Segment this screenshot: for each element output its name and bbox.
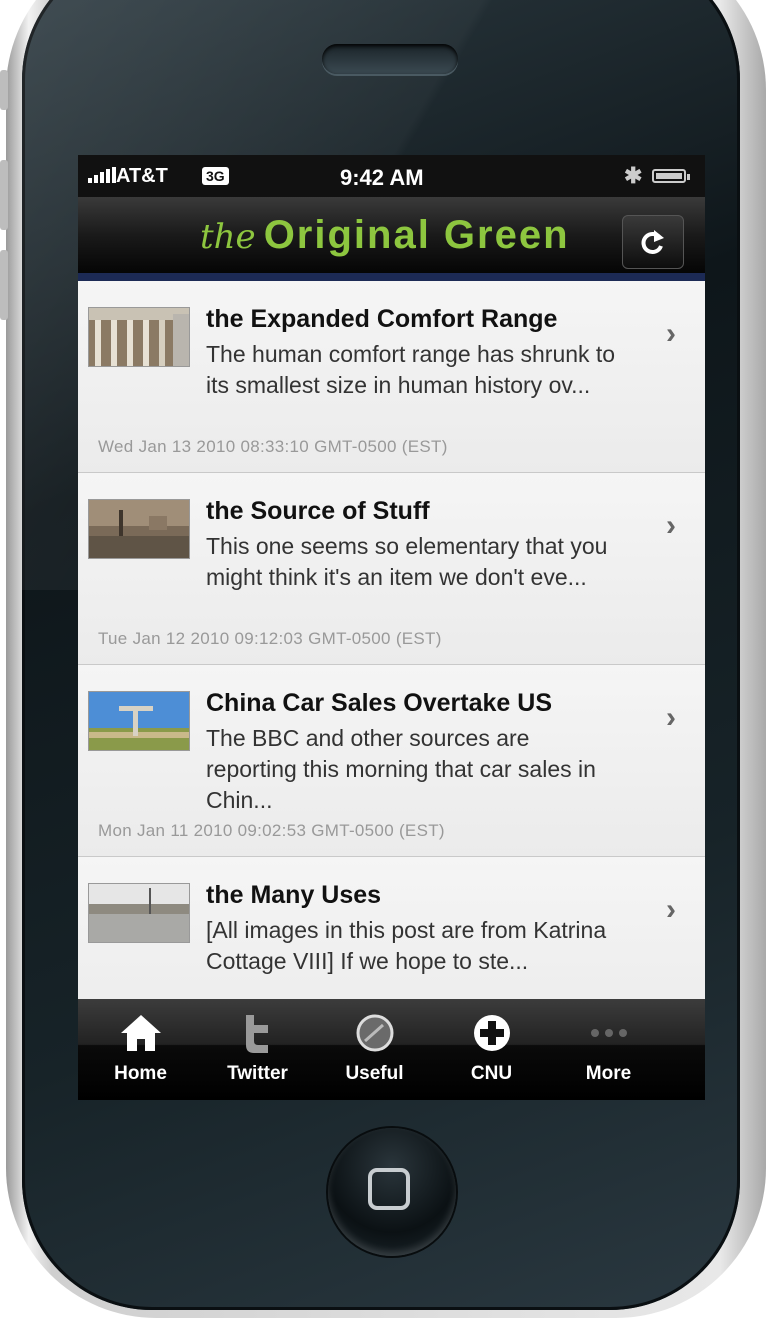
app-title: the Original Green (200, 213, 570, 258)
tab-label: More (585, 1063, 632, 1084)
feed-item-date: Wed Jan 13 2010 08:33:10 GMT-0500 (EST) (98, 437, 448, 456)
thumbnail-image (88, 307, 190, 367)
more-icon (590, 1029, 627, 1037)
feed-item-excerpt: The BBC and other sources are reporting … (206, 725, 596, 813)
carrier-name: AT&T (116, 165, 168, 187)
plus-icon (473, 1015, 510, 1051)
feed-item-title: the Many Uses (206, 881, 382, 909)
signal-icon (88, 167, 116, 183)
feed-item[interactable]: the Many Uses [All images in this post a… (78, 857, 705, 999)
thumbnail-image (88, 499, 190, 559)
feed-item-excerpt: [All images in this post are from Katrin… (206, 917, 607, 974)
home-button[interactable] (328, 1128, 456, 1256)
chevron-right-icon: › (666, 893, 676, 926)
feed-item-title: China Car Sales Overtake US (206, 689, 552, 717)
feed-item-date: Mon Jan 11 2010 09:02:53 GMT-0500 (EST) (98, 821, 445, 840)
twitter-icon (245, 1015, 268, 1053)
volume-down-button (0, 250, 8, 320)
tab-label: CNU (470, 1063, 513, 1084)
feed-item-excerpt: The human comfort range has shrunk to it… (206, 341, 616, 398)
tab-bar: Home Twitter Useful CNU More (78, 999, 705, 1100)
feed-item[interactable]: China Car Sales Overtake US The BBC and … (78, 665, 705, 857)
network-type: 3G (202, 167, 229, 185)
tab-label: Useful (345, 1063, 404, 1084)
refresh-button[interactable] (622, 215, 684, 269)
chevron-right-icon: › (666, 509, 676, 542)
phone-screen: AT&T 3G 9:42 AM ✱ the Original Green the… (78, 155, 705, 1100)
app-title-main: Original Green (263, 213, 570, 257)
feed-item-excerpt: This one seems so elementary that you mi… (206, 533, 608, 590)
feed-item-title: the Source of Stuff (206, 497, 430, 525)
feed-list: the Expanded Comfort Range The human com… (78, 281, 705, 999)
chevron-right-icon: › (666, 317, 676, 350)
mute-switch (0, 70, 8, 110)
feed-item-date: Tue Jan 12 2010 09:12:03 GMT-0500 (EST) (98, 629, 442, 648)
bluetooth-icon: ✱ (624, 163, 643, 188)
refresh-icon (641, 230, 664, 254)
clock: 9:42 AM (340, 165, 424, 190)
home-square-icon (368, 1168, 410, 1210)
chevron-right-icon: › (666, 701, 676, 734)
tab-label: Home (114, 1063, 167, 1084)
tab-home[interactable]: Home (82, 999, 199, 1100)
feed-item[interactable]: the Source of Stuff This one seems so el… (78, 473, 705, 665)
volume-up-button (0, 160, 8, 230)
globe-icon (356, 1014, 393, 1052)
tab-useful[interactable]: Useful (316, 999, 433, 1100)
status-bar: AT&T 3G 9:42 AM ✱ (78, 155, 705, 197)
tab-twitter[interactable]: Twitter (199, 999, 316, 1100)
battery-icon (652, 169, 690, 183)
nav-bar: the Original Green (78, 197, 705, 281)
earpiece-speaker (322, 44, 458, 74)
feed-item-title: the Expanded Comfort Range (206, 305, 558, 333)
thumbnail-image (88, 691, 190, 751)
tab-more[interactable]: More (550, 999, 667, 1100)
tab-label: Twitter (227, 1063, 288, 1084)
home-icon (120, 1015, 161, 1051)
thumbnail-image (88, 883, 190, 943)
app-title-prefix: the (200, 217, 256, 257)
tab-cnu[interactable]: CNU (433, 999, 550, 1100)
feed-item[interactable]: the Expanded Comfort Range The human com… (78, 281, 705, 473)
